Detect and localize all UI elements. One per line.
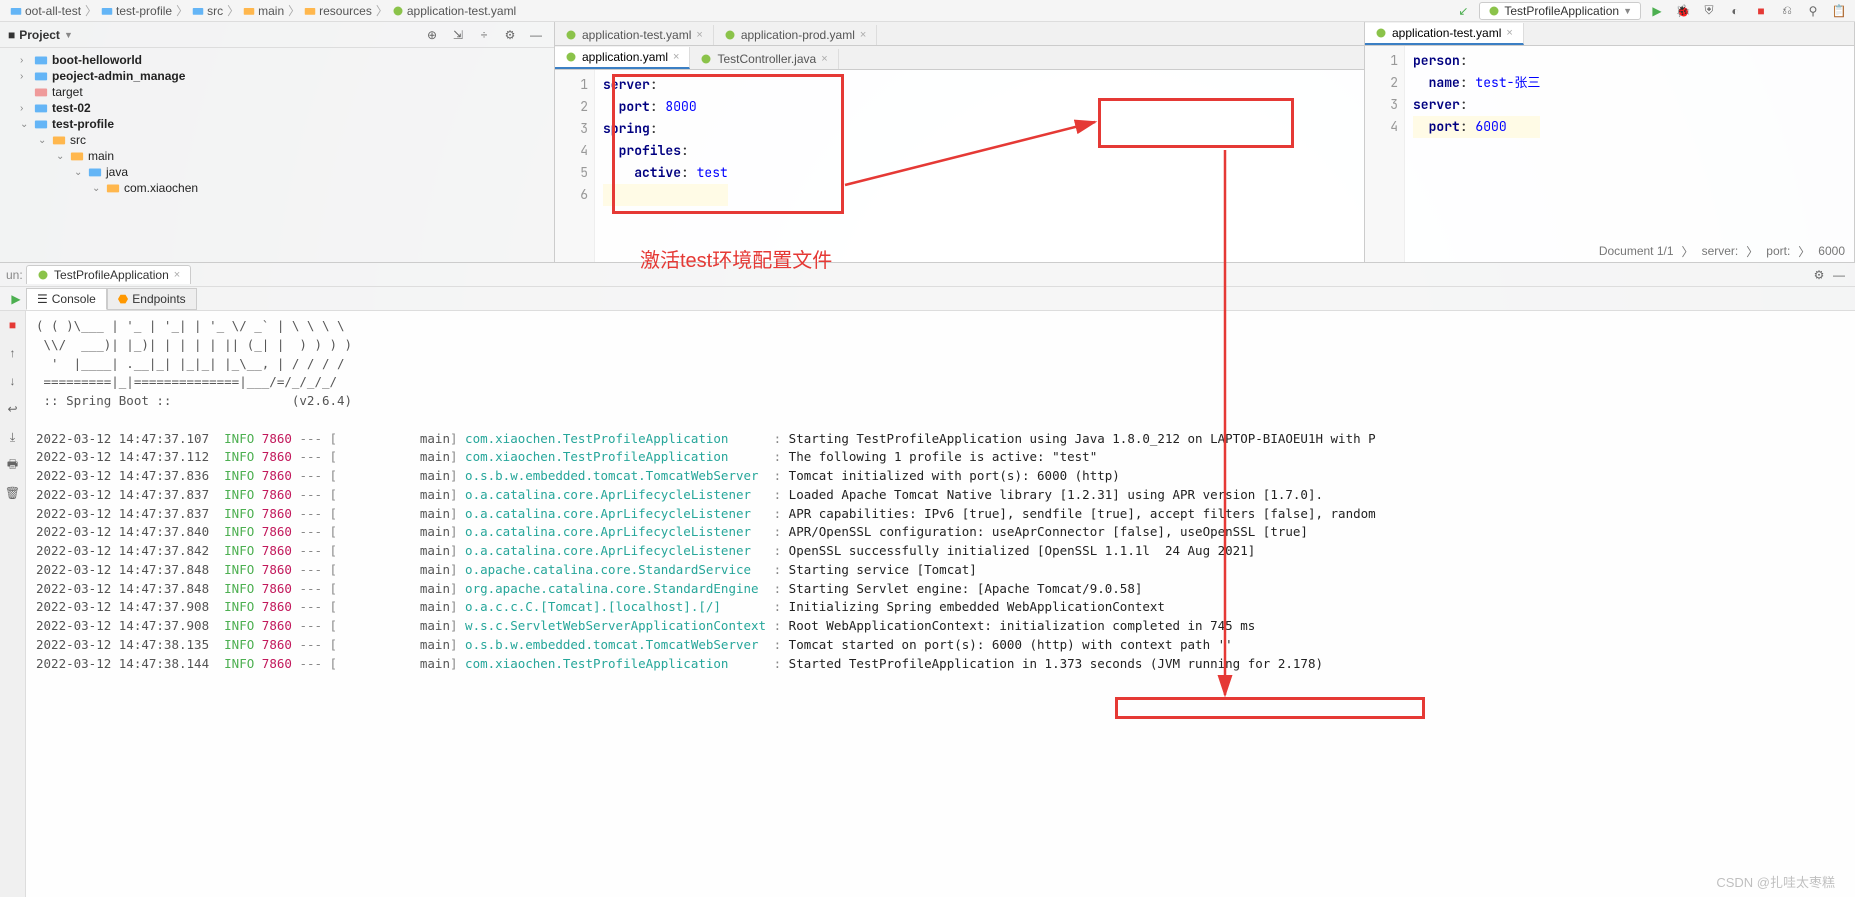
console-output[interactable]: ( ( )\___ | '_ | '_| | '_ \/ _` | \ \ \ …: [26, 311, 1855, 897]
project-tree[interactable]: ›boot-helloworld ›peoject-admin_manage t…: [0, 48, 554, 200]
scroll-icon[interactable]: ⤓: [3, 427, 23, 447]
editor-tab[interactable]: application-test.yaml×: [555, 25, 714, 45]
bc-3[interactable]: main: [239, 4, 288, 18]
bc-4[interactable]: resources: [300, 4, 376, 18]
annotation-text: 激活test环境配置文件: [640, 244, 832, 273]
hide-icon[interactable]: —: [526, 25, 546, 45]
git-icon[interactable]: ⎌: [1777, 1, 1797, 21]
code-editor-left[interactable]: 123456 server: port: 8000spring: profile…: [555, 70, 1364, 262]
down-icon[interactable]: ↓: [3, 371, 23, 391]
rerun-icon[interactable]: ▶: [6, 292, 26, 306]
console-toolbar: ■ ↑ ↓ ↩ ⤓ 🖶 🗑: [0, 311, 26, 897]
close-icon[interactable]: ×: [673, 51, 679, 63]
code-editor-right[interactable]: 1234 person: name: test-张三server: port: …: [1365, 46, 1854, 262]
stop-icon[interactable]: ■: [1751, 1, 1771, 21]
profile-icon[interactable]: ◐: [1725, 1, 1745, 21]
bc-5[interactable]: application-test.yaml: [388, 4, 520, 18]
editor-right: application-test.yaml× 1234 person: name…: [1365, 22, 1855, 262]
run-config-dropdown[interactable]: TestProfileApplication ▼: [1479, 2, 1641, 20]
build-icon[interactable]: ↙: [1453, 1, 1473, 21]
editor-tab[interactable]: application-test.yaml×: [1365, 23, 1524, 45]
project-panel-title[interactable]: ■ Project ▼: [8, 28, 73, 42]
close-icon[interactable]: ×: [174, 269, 180, 281]
editor-status-bar: Document 1/1〉 server:〉 port:〉 6000: [1589, 240, 1855, 262]
print-icon[interactable]: 🖶: [3, 455, 23, 475]
run-label: un:: [6, 268, 23, 282]
bc-1[interactable]: test-profile: [97, 4, 176, 18]
hide-icon[interactable]: —: [1829, 265, 1849, 285]
watermark: CSDN @扎哇太枣糕: [1716, 872, 1835, 891]
bc-2[interactable]: src: [188, 4, 227, 18]
up-icon[interactable]: ↑: [3, 343, 23, 363]
gear-icon[interactable]: ⚙: [1809, 265, 1829, 285]
editor-tab[interactable]: application.yaml×: [555, 47, 690, 69]
close-icon[interactable]: ×: [860, 29, 866, 41]
wrap-icon[interactable]: ↩: [3, 399, 23, 419]
editor-tab[interactable]: TestController.java×: [690, 49, 838, 69]
breadcrumb-bar: oot-all-test〉 test-profile〉 src〉 main〉 r…: [0, 0, 1855, 22]
bc-0[interactable]: oot-all-test: [6, 4, 85, 18]
editor-tab[interactable]: application-prod.yaml×: [714, 25, 878, 45]
editor-left: application-test.yaml×application-prod.y…: [555, 22, 1365, 262]
collapse-icon[interactable]: ÷: [474, 25, 494, 45]
project-panel: ■ Project ▼ ⊕ ⇲ ÷ ⚙ — ›boot-helloworld ›…: [0, 22, 555, 262]
coverage-icon[interactable]: ⛨: [1699, 1, 1719, 21]
run-tool-window: un: TestProfileApplication × ⚙ — ▶ ☰Cons…: [0, 262, 1855, 897]
run-config-tab[interactable]: TestProfileApplication ×: [26, 265, 191, 284]
close-icon[interactable]: ×: [821, 53, 827, 65]
gear-icon[interactable]: ⚙: [500, 25, 520, 45]
stop-icon[interactable]: ■: [3, 315, 23, 335]
select-opened-icon[interactable]: ⊕: [422, 25, 442, 45]
close-icon[interactable]: ×: [1506, 27, 1512, 39]
endpoints-tab[interactable]: ⬣Endpoints: [107, 288, 197, 310]
settings-icon[interactable]: 📋: [1829, 1, 1849, 21]
expand-icon[interactable]: ⇲: [448, 25, 468, 45]
clear-icon[interactable]: 🗑: [3, 483, 23, 503]
search-icon[interactable]: ⚲: [1803, 1, 1823, 21]
console-tab[interactable]: ☰Console: [26, 288, 107, 310]
debug-icon[interactable]: 🐞: [1673, 1, 1693, 21]
close-icon[interactable]: ×: [696, 29, 702, 41]
run-icon[interactable]: ▶: [1647, 1, 1667, 21]
